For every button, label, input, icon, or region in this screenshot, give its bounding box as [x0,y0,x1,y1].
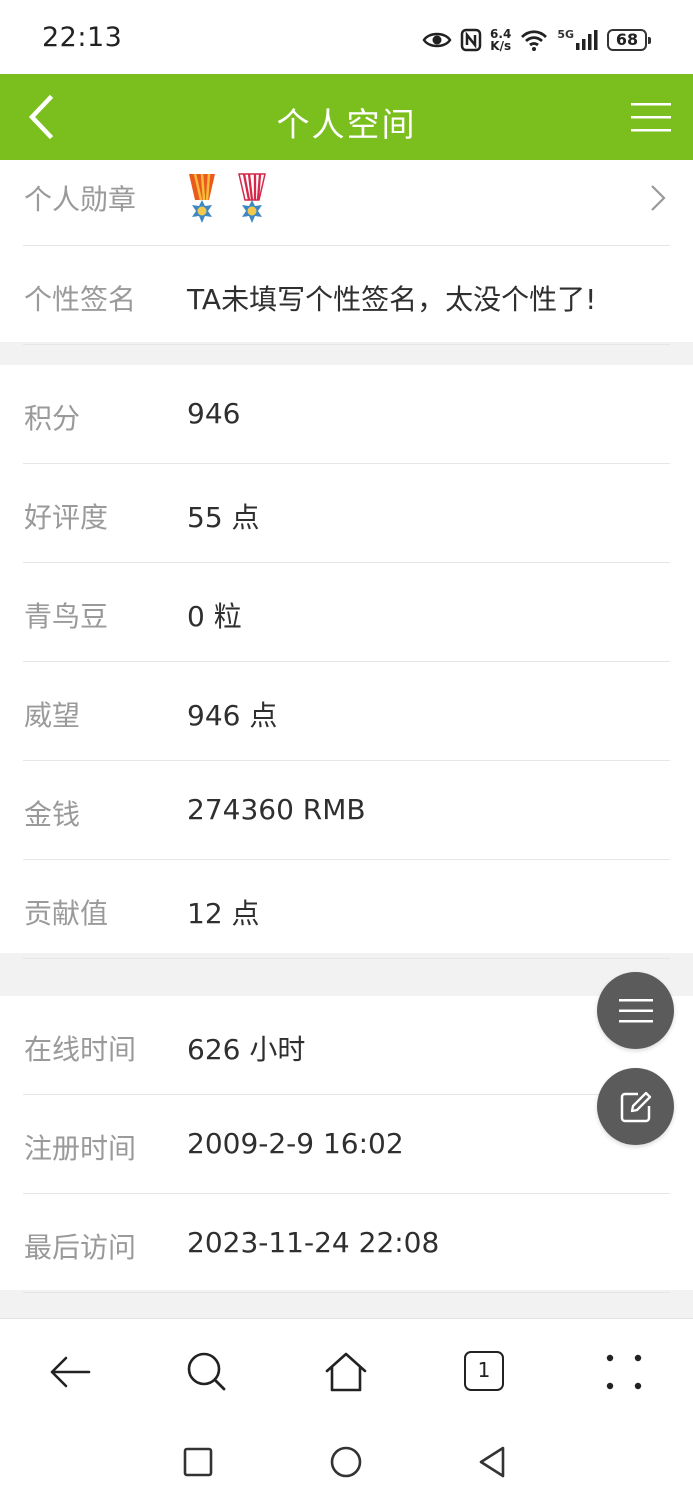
activity-row: 在线时间 626 小时 [23,996,670,1095]
stat-label: 青鸟豆 [24,600,109,633]
home-icon[interactable] [323,1349,369,1395]
back-arrow-icon[interactable] [47,1349,93,1395]
nfc-icon [460,28,482,52]
activity-value: 2009-2-9 16:02 [187,1127,404,1160]
signal-bars-icon [576,30,598,50]
medals-label: 个人勋章 [24,183,137,216]
medal-icon[interactable] [186,172,218,228]
home-circle-icon[interactable] [328,1444,364,1480]
network-type: 5G [557,28,574,41]
activity-label: 在线时间 [24,1033,137,1066]
stat-label: 金钱 [24,798,81,831]
stat-row: 金钱 274360 RMB [23,761,670,860]
stat-value: 274360 RMB [187,793,366,826]
stat-value: 55 点 [187,501,260,534]
status-bar: 22:13 6.4 K/s 5G 68 [0,0,693,74]
floating-edit-button[interactable] [597,1068,674,1145]
eye-icon [422,32,452,48]
stat-row: 贡献值 12 点 [23,860,670,959]
floating-menu-button[interactable] [597,972,674,1049]
medals-row[interactable]: 个人勋章 [23,160,670,246]
tabs-button[interactable]: 1 [464,1351,504,1391]
back-triangle-icon[interactable] [475,1444,511,1480]
stat-value: 946 [187,397,241,430]
medal-icon[interactable] [236,172,268,228]
signature-label: 个性签名 [24,283,137,316]
stat-row: 好评度 55 点 [23,464,670,563]
search-icon[interactable] [184,1349,230,1395]
profile-panel: 个人勋章 个性签名 TA未填写个性签名，太没个性了! [0,160,693,345]
signature-row: 个性签名 TA未填写个性签名，太没个性了! [23,246,670,345]
network-speed: 6.4 K/s [490,27,512,53]
page-title: 个人空间 [276,105,417,144]
browser-toolbar: 1 [0,1318,693,1427]
stat-label: 贡献值 [24,897,109,930]
edit-icon [620,1091,651,1122]
medal-list [186,172,268,228]
more-icon[interactable] [601,1349,647,1395]
stats-panel: 积分 946 好评度 55 点 青鸟豆 0 粒 威望 946 点 金钱 2743… [0,365,693,959]
app-header: 个人空间 [0,74,693,160]
activity-label: 最后访问 [24,1231,137,1264]
stat-label: 威望 [24,699,81,732]
stat-label: 好评度 [24,501,109,534]
menu-icon [618,998,653,1022]
hamburger-menu-icon[interactable] [631,101,671,133]
activity-row: 最后访问 2023-11-24 22:08 [23,1194,670,1293]
signal-indicator: 5G [557,29,599,51]
status-time: 22:13 [42,22,123,53]
status-icons: 6.4 K/s 5G 68 [422,22,651,58]
activity-value: 2023-11-24 22:08 [187,1226,440,1259]
activity-value: 626 小时 [187,1033,306,1066]
stat-row: 积分 946 [23,365,670,464]
signature-value: TA未填写个性签名，太没个性了! [187,283,597,316]
stat-value: 0 粒 [187,600,242,633]
recent-apps-icon[interactable] [180,1444,216,1480]
tab-count: 1 [477,1358,491,1382]
activity-row: 注册时间 2009-2-9 16:02 [23,1095,670,1194]
activity-label: 注册时间 [24,1132,137,1165]
activity-panel: 在线时间 626 小时 注册时间 2009-2-9 16:02 最后访问 202… [0,996,693,1293]
battery-indicator: 68 [607,29,651,51]
wifi-icon [521,30,548,51]
app-root: 22:13 6.4 K/s 5G 68 个人空间 个人勋章 个性签名 TA未填写… [0,0,693,1500]
stat-row: 青鸟豆 0 粒 [23,563,670,662]
chevron-right-icon[interactable] [648,182,668,214]
stat-label: 积分 [24,402,81,435]
stat-value: 946 点 [187,699,278,732]
system-nav-bar [0,1426,693,1500]
stat-value: 12 点 [187,897,260,930]
stat-row: 威望 946 点 [23,662,670,761]
